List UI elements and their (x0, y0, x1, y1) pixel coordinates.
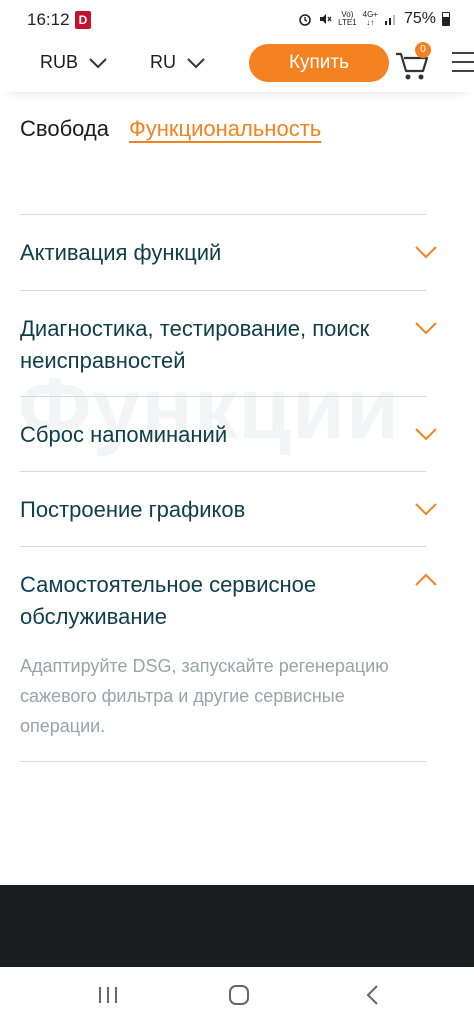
tab-functionality[interactable]: Функциональность (129, 116, 321, 142)
signal-icon (384, 15, 395, 25)
volte-indicator: Vo) LTE1 (338, 10, 357, 27)
status-indicators: Vo) LTE1 4G+ ↓↑ 75% (298, 10, 450, 28)
tab-freedom[interactable]: Свобода (20, 116, 109, 142)
cart-count-badge: 0 (415, 42, 431, 58)
accordion-item-reset-reminders[interactable]: Сброс напоминаний (20, 396, 437, 471)
battery-icon (442, 12, 450, 26)
battery-percent: 75% (403, 10, 436, 27)
status-time: 16:12 (27, 10, 70, 29)
accordion-item-title: Диагностика, тестирование, поиск неиспра… (20, 316, 370, 373)
feature-tabs: Свобода Функциональность (20, 116, 321, 142)
accordion-item-graphs[interactable]: Построение графиков (20, 471, 437, 546)
accordion-item-title: Сброс напоминаний (20, 422, 228, 447)
accordion-item-title: Самостоятельное сервисное обслуживание (20, 572, 317, 629)
app-notification-icon: D (75, 11, 91, 29)
recent-apps-icon[interactable] (96, 984, 120, 1006)
home-icon[interactable] (227, 984, 251, 1006)
footer-band (0, 885, 474, 967)
status-bar: 16:12 D Vo) LTE1 4G+ ↓↑ 75% (0, 0, 474, 40)
alarm-icon (299, 14, 311, 26)
features-accordion: Активация функций Диагностика, тестирова… (20, 214, 437, 762)
accordion-item-diagnostics[interactable]: Диагностика, тестирование, поиск неиспра… (20, 290, 437, 396)
system-nav-bar (0, 967, 474, 1026)
hamburger-menu-icon[interactable] (452, 52, 474, 74)
chevron-down-icon (89, 57, 107, 68)
chevron-down-icon (415, 428, 437, 441)
chevron-down-icon (187, 57, 205, 68)
accordion-item-body: Адаптируйте DSG, запускайте регенерацию … (20, 656, 389, 736)
mute-icon (320, 14, 332, 24)
accordion-item-self-service[interactable]: Самостоятельное сервисное обслуживание А… (20, 546, 437, 762)
site-header: RUB RU Купить 0 (0, 40, 474, 92)
accordion-item-title: Активация функций (20, 240, 222, 265)
accordion-item-activation[interactable]: Активация функций (20, 214, 437, 290)
language-label: RU (150, 52, 176, 72)
network-indicator: 4G+ ↓↑ (362, 10, 378, 27)
back-icon[interactable] (362, 984, 386, 1006)
chevron-down-icon (415, 503, 437, 516)
cart-button[interactable]: 0 (395, 42, 431, 82)
chevron-down-icon (415, 322, 437, 335)
accordion-item-title: Построение графиков (20, 497, 246, 522)
buy-button[interactable]: Купить (249, 44, 389, 82)
chevron-up-icon (415, 573, 437, 586)
language-select[interactable]: RU (150, 52, 206, 73)
chevron-down-icon (415, 246, 437, 259)
currency-label: RUB (40, 52, 79, 72)
currency-select[interactable]: RUB (40, 52, 108, 73)
